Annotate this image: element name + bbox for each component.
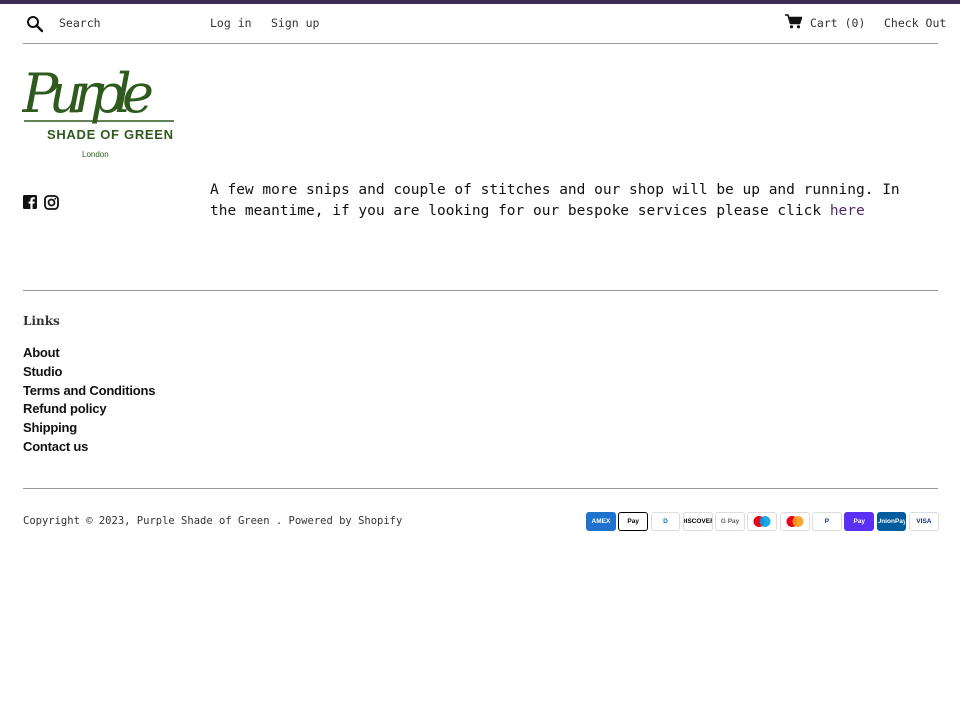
powered-by-link[interactable]: . Powered by Shopify [276,515,402,527]
logo-sub-text: London [82,150,109,159]
copyright-prefix: Copyright © 2023, [23,515,131,527]
store-logo[interactable]: Purple SHADE OF GREEN London [21,62,177,162]
maestro-icon [747,512,778,531]
store-name-link[interactable]: Purple Shade of Green [137,515,270,527]
checkout-link[interactable]: Check Out [884,16,946,30]
payment-icons: AMEXPayDDISCOVERG PayPPayUnionPayVISA [586,512,939,531]
logo-main-text: SHADE OF GREEN [47,127,173,142]
facebook-icon[interactable] [23,195,37,209]
footer-bottom-divider [23,488,938,489]
discover-icon: DISCOVER [682,512,713,531]
instagram-icon[interactable] [44,195,59,210]
search-icon[interactable] [26,15,44,33]
google-pay-icon: G Pay [715,512,745,531]
paypal-icon: P [812,512,842,531]
search-input[interactable] [59,13,199,33]
visa-icon: VISA [908,512,939,531]
footer-links-title: Links [23,314,60,328]
cart-icon[interactable] [785,14,802,29]
footer-links-list: About Studio Terms and Conditions Refund… [23,342,155,455]
footer-divider [23,290,938,291]
bespoke-services-link[interactable]: here [830,203,865,219]
shop-pay-icon: Pay [844,512,875,531]
copyright: Copyright © 2023, Purple Shade of Green … [23,515,402,527]
footer-link-shipping[interactable]: Shipping [23,420,77,435]
footer-link-terms[interactable]: Terms and Conditions [23,383,155,398]
signup-link[interactable]: Sign up [271,16,319,30]
footer-link-studio[interactable]: Studio [23,364,62,379]
apple-pay-icon: Pay [618,512,649,531]
footer-link-about[interactable]: About [23,345,60,360]
announcement-message: A few more snips and couple of stitches … [210,180,930,222]
diners-club-icon: D [650,512,681,531]
footer-link-contact[interactable]: Contact us [23,439,88,454]
union-pay-icon: UnionPay [876,512,907,531]
cart-link[interactable]: Cart (0) [810,16,865,30]
mastercard-icon [779,512,810,531]
footer-link-refund-policy[interactable]: Refund policy [23,401,107,416]
american-express-icon: AMEX [586,512,616,531]
logo-script-text: Purple [22,62,154,125]
message-text: A few more snips and couple of stitches … [210,182,900,219]
login-link[interactable]: Log in [210,16,252,30]
header: Log in Sign up Cart (0) Check Out [23,4,946,44]
